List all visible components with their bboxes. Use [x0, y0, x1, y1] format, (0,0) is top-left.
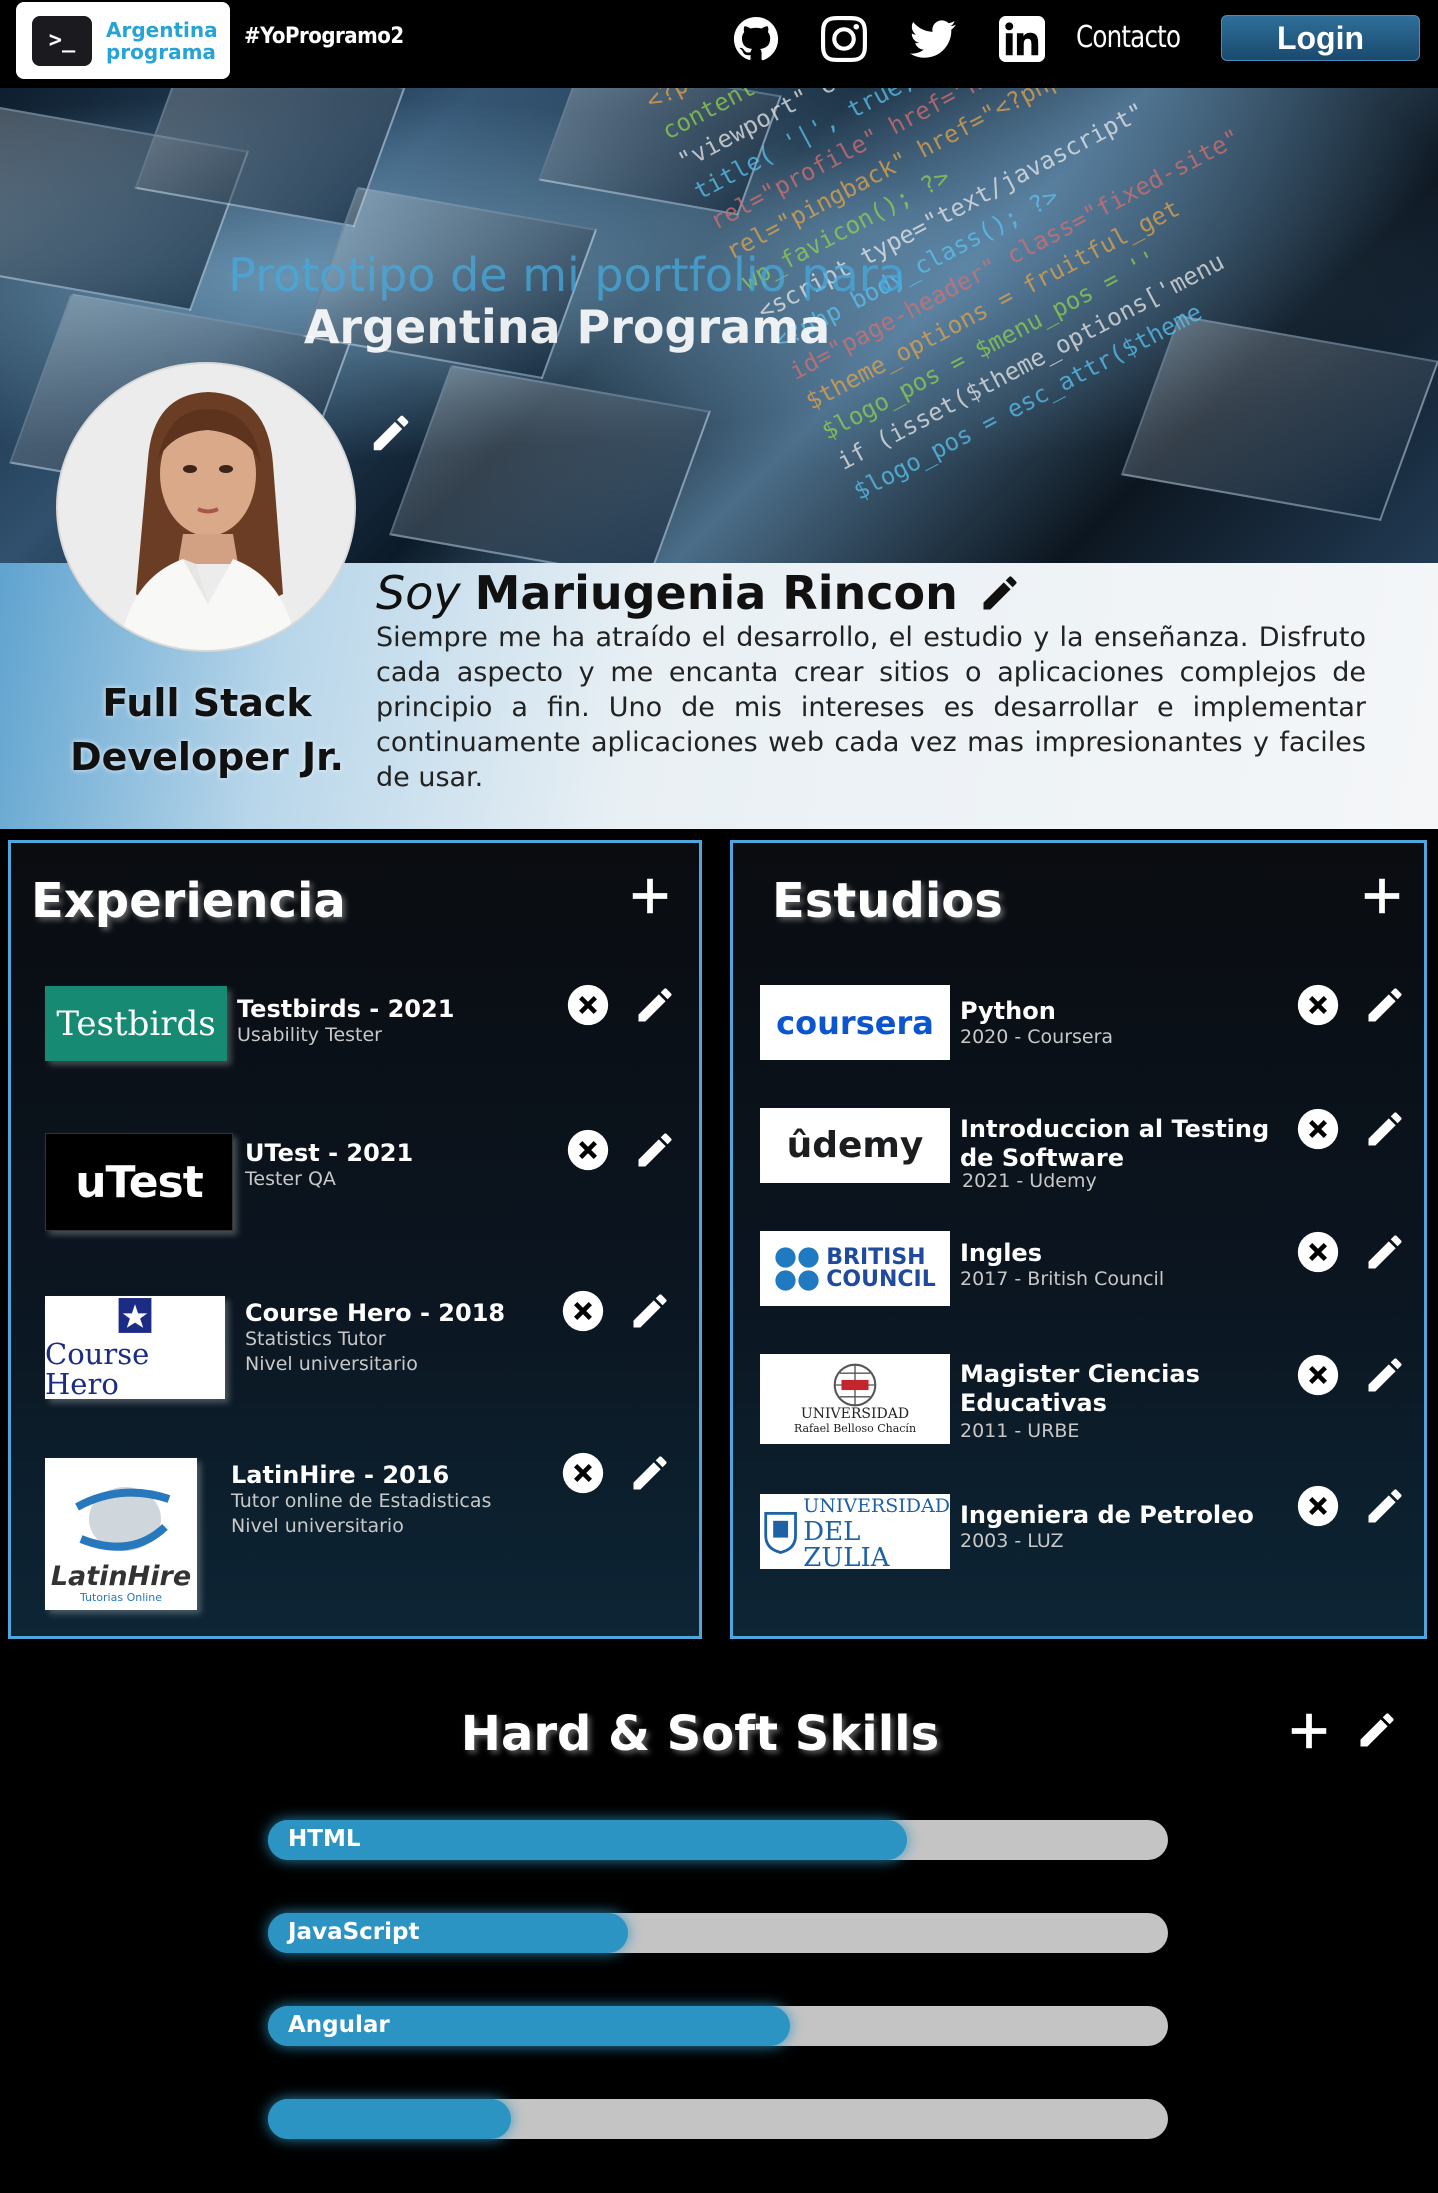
- hashtag-label: #YoProgramo2: [244, 24, 404, 49]
- estudio-item-year: 2021 - Udemy: [962, 1170, 1097, 1192]
- british-council-logo: BRITISH COUNCIL: [760, 1231, 950, 1306]
- skill-bar-angular: Angular: [268, 2006, 1168, 2046]
- experiencia-item-level: Nivel universitario: [245, 1353, 418, 1375]
- edit-pencil-icon[interactable]: [628, 1289, 672, 1333]
- navbar: >_ Argentina programa #YoProgramo2 Conta…: [0, 0, 1438, 88]
- add-experiencia-plus-icon[interactable]: [627, 873, 673, 919]
- luz-logo: UNIVERSIDAD DEL ZULIA: [760, 1494, 950, 1569]
- estudio-item-title-line2: Educativas: [960, 1389, 1107, 1417]
- skills-title: Hard & Soft Skills: [460, 1706, 940, 1762]
- login-button[interactable]: Login: [1221, 15, 1420, 61]
- estudio-item-year: 2011 - URBE: [960, 1420, 1080, 1442]
- experiencia-item-role: Statistics Tutor: [245, 1328, 386, 1350]
- delete-x-icon[interactable]: [566, 1128, 610, 1172]
- udemy-logo: ûdemy: [760, 1108, 950, 1183]
- edit-pencil-icon[interactable]: [628, 1451, 672, 1495]
- coursera-logo: coursera: [760, 985, 950, 1060]
- role-title: Full Stack Developer Jr.: [70, 681, 344, 779]
- brand-logo-link[interactable]: >_ Argentina programa: [16, 2, 230, 79]
- hero-title: Argentina Programa: [303, 300, 831, 354]
- skill-bar-fill: [268, 2099, 511, 2139]
- edit-pencil-icon[interactable]: [1363, 1484, 1407, 1528]
- estudios-title: Estudios: [772, 873, 1003, 929]
- delete-x-icon[interactable]: [1296, 1353, 1340, 1397]
- coursehero-logo: Course Hero: [45, 1296, 225, 1399]
- experiencia-item-title: Course Hero - 2018: [245, 1299, 506, 1327]
- edit-pencil-icon[interactable]: [1363, 1353, 1407, 1397]
- estudio-item-title: Introduccion al Testing: [960, 1115, 1270, 1143]
- experiencia-item-level: Nivel universitario: [231, 1515, 404, 1537]
- urbe-logo: UNIVERSIDAD Rafael Belloso Chacín: [760, 1354, 950, 1444]
- edit-pencil-icon[interactable]: [1363, 983, 1407, 1027]
- delete-x-icon[interactable]: [1296, 1484, 1340, 1528]
- add-skill-plus-icon[interactable]: [1286, 1708, 1332, 1754]
- utest-logo: uTest: [45, 1133, 233, 1231]
- skill-bar-html: HTML: [268, 1820, 1168, 1860]
- delete-x-icon[interactable]: [1296, 1107, 1340, 1151]
- hero-subtitle: Prototipo de mi portfolio para: [228, 248, 906, 302]
- experiencia-item-role: Usability Tester: [237, 1024, 382, 1046]
- delete-x-icon[interactable]: [1296, 1230, 1340, 1274]
- estudio-item-title: Ingeniera de Petroleo: [960, 1501, 1254, 1529]
- estudio-item-year: 2003 - LUZ: [960, 1530, 1064, 1552]
- delete-x-icon[interactable]: [566, 983, 610, 1027]
- edit-pencil-icon[interactable]: [1363, 1230, 1407, 1274]
- edit-pencil-icon[interactable]: [633, 983, 677, 1027]
- skill-bar-4: [268, 2099, 1168, 2139]
- estudio-item-title: Ingles: [960, 1239, 1042, 1267]
- delete-x-icon[interactable]: [561, 1451, 605, 1495]
- skill-label: HTML: [288, 1826, 361, 1852]
- experiencia-item-title: LatinHire - 2016: [231, 1461, 450, 1489]
- edit-pencil-icon[interactable]: [633, 1128, 677, 1172]
- skill-bar-javascript: JavaScript: [268, 1913, 1168, 1953]
- experiencia-title: Experiencia: [31, 873, 346, 929]
- profile-heading: Soy Mariugenia Rincon: [376, 566, 1022, 620]
- experiencia-item-title: Testbirds - 2021: [237, 995, 455, 1023]
- experiencia-item-title: UTest - 2021: [245, 1139, 414, 1167]
- terminal-icon: >_: [32, 15, 92, 66]
- experiencia-panel: Experiencia Testbirds Testbirds - 2021 U…: [8, 840, 702, 1639]
- edit-pencil-icon[interactable]: [1363, 1107, 1407, 1151]
- skill-label: JavaScript: [288, 1919, 420, 1945]
- delete-x-icon[interactable]: [561, 1289, 605, 1333]
- latinhire-logo: LatinHire Tutorias Online: [45, 1458, 197, 1610]
- profile-photo: [56, 362, 356, 652]
- github-icon[interactable]: [731, 14, 781, 64]
- linkedin-icon[interactable]: [997, 14, 1047, 64]
- profile-name: Mariugenia Rincon: [474, 566, 958, 620]
- estudio-item-title: Python: [960, 997, 1056, 1025]
- testbirds-logo: Testbirds: [45, 986, 227, 1061]
- estudio-item-year: 2017 - British Council: [960, 1268, 1165, 1290]
- edit-skills-pencil-icon[interactable]: [1355, 1708, 1399, 1752]
- estudio-item-year: 2020 - Coursera: [960, 1026, 1114, 1048]
- contact-link[interactable]: Contacto: [1076, 20, 1181, 55]
- estudio-item-title: Magister Ciencias: [960, 1360, 1200, 1388]
- delete-x-icon[interactable]: [1296, 983, 1340, 1027]
- add-estudio-plus-icon[interactable]: [1359, 873, 1405, 919]
- experiencia-item-role: Tester QA: [245, 1168, 336, 1190]
- brand-name: Argentina programa: [106, 17, 218, 64]
- soy-label: Soy: [376, 566, 461, 620]
- skill-label: Angular: [288, 2012, 390, 2038]
- experiencia-item-role: Tutor online de Estadisticas: [231, 1490, 492, 1512]
- estudios-panel: Estudios coursera Python 2020 - Coursera…: [730, 840, 1427, 1639]
- edit-name-pencil-icon[interactable]: [978, 571, 1022, 615]
- profile-bio: Siempre me ha atraído el desarrollo, el …: [376, 622, 1366, 793]
- skill-bar-fill: [268, 1820, 907, 1860]
- instagram-icon[interactable]: [819, 14, 869, 64]
- edit-photo-pencil-icon[interactable]: [368, 410, 414, 456]
- twitter-icon[interactable]: [908, 14, 958, 64]
